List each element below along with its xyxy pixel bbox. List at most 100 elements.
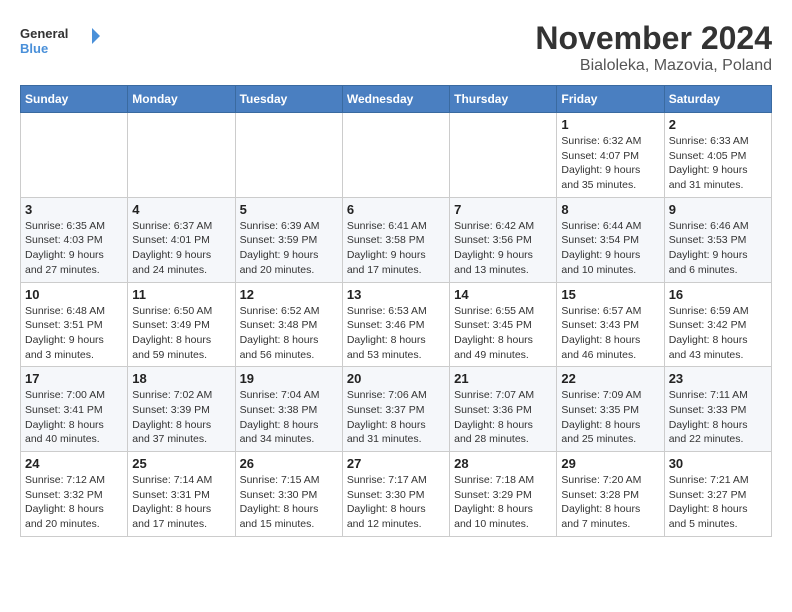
day-cell: 9 Sunrise: 6:46 AM Sunset: 3:53 PM Daylig… <box>664 197 771 282</box>
day-info: Sunrise: 6:57 AM Sunset: 3:43 PM Dayligh… <box>561 304 659 363</box>
logo: General Blue <box>20 20 100 65</box>
day-info: Sunrise: 7:20 AM Sunset: 3:28 PM Dayligh… <box>561 473 659 532</box>
day-number: 10 <box>25 287 123 302</box>
day-info: Sunrise: 6:53 AM Sunset: 3:46 PM Dayligh… <box>347 304 445 363</box>
day-info: Sunrise: 6:33 AM Sunset: 4:05 PM Dayligh… <box>669 134 767 193</box>
day-info: Sunrise: 7:17 AM Sunset: 3:30 PM Dayligh… <box>347 473 445 532</box>
week-row-2: 3Sunrise: 6:35 AM Sunset: 4:03 PM Daylig… <box>21 197 772 282</box>
day-number: 20 <box>347 371 445 386</box>
day-info: Sunrise: 6:42 AM Sunset: 3:56 PM Dayligh… <box>454 219 552 278</box>
weekday-friday: Friday <box>557 86 664 113</box>
day-cell <box>342 113 449 198</box>
month-title: November 2024 <box>535 20 772 57</box>
day-info: Sunrise: 6:52 AM Sunset: 3:48 PM Dayligh… <box>240 304 338 363</box>
day-cell: 4 Sunrise: 6:37 AM Sunset: 4:01 PM Daylig… <box>128 197 235 282</box>
day-number: 16 <box>669 287 767 302</box>
day-number: 2 <box>669 117 767 132</box>
day-cell <box>128 113 235 198</box>
day-number: 14 <box>454 287 552 302</box>
day-info: Sunrise: 7:04 AM Sunset: 3:38 PM Dayligh… <box>240 388 338 447</box>
day-info: Sunrise: 6:48 AM Sunset: 3:51 PM Dayligh… <box>25 304 123 363</box>
location: Bialoleka, Mazovia, Poland <box>535 57 772 75</box>
day-cell: 10 Sunrise: 6:48 AM Sunset: 3:51 PM Dayli… <box>21 282 128 367</box>
day-cell: 11 Sunrise: 6:50 AM Sunset: 3:49 PM Dayli… <box>128 282 235 367</box>
weekday-monday: Monday <box>128 86 235 113</box>
day-cell: 17 Sunrise: 7:00 AM Sunset: 3:41 PM Dayli… <box>21 367 128 452</box>
day-number: 1 <box>561 117 659 132</box>
day-info: Sunrise: 7:12 AM Sunset: 3:32 PM Dayligh… <box>25 473 123 532</box>
svg-text:Blue: Blue <box>20 41 48 56</box>
day-number: 29 <box>561 456 659 471</box>
day-cell: 16 Sunrise: 6:59 AM Sunset: 3:42 PM Dayli… <box>664 282 771 367</box>
page-header: General Blue November 2024 Bialoleka, Ma… <box>20 20 772 75</box>
day-cell: 22 Sunrise: 7:09 AM Sunset: 3:35 PM Dayli… <box>557 367 664 452</box>
day-cell: 23 Sunrise: 7:11 AM Sunset: 3:33 PM Dayli… <box>664 367 771 452</box>
day-number: 15 <box>561 287 659 302</box>
weekday-tuesday: Tuesday <box>235 86 342 113</box>
day-info: Sunrise: 6:46 AM Sunset: 3:53 PM Dayligh… <box>669 219 767 278</box>
day-number: 28 <box>454 456 552 471</box>
day-cell: 20 Sunrise: 7:06 AM Sunset: 3:37 PM Dayli… <box>342 367 449 452</box>
day-cell: 3Sunrise: 6:35 AM Sunset: 4:03 PM Daylig… <box>21 197 128 282</box>
day-number: 17 <box>25 371 123 386</box>
day-cell: 2 Sunrise: 6:33 AM Sunset: 4:05 PM Daylig… <box>664 113 771 198</box>
day-cell: 25Sunrise: 7:14 AM Sunset: 3:31 PM Dayli… <box>128 452 235 537</box>
day-cell: 26 Sunrise: 7:15 AM Sunset: 3:30 PM Dayli… <box>235 452 342 537</box>
day-number: 7 <box>454 202 552 217</box>
day-cell: 8 Sunrise: 6:44 AM Sunset: 3:54 PM Daylig… <box>557 197 664 282</box>
day-number: 8 <box>561 202 659 217</box>
day-info: Sunrise: 7:09 AM Sunset: 3:35 PM Dayligh… <box>561 388 659 447</box>
day-cell: 21Sunrise: 7:07 AM Sunset: 3:36 PM Dayli… <box>450 367 557 452</box>
day-number: 18 <box>132 371 230 386</box>
day-cell: 18 Sunrise: 7:02 AM Sunset: 3:39 PM Dayli… <box>128 367 235 452</box>
week-row-1: 1 Sunrise: 6:32 AM Sunset: 4:07 PM Daylig… <box>21 113 772 198</box>
day-info: Sunrise: 6:32 AM Sunset: 4:07 PM Dayligh… <box>561 134 659 193</box>
day-info: Sunrise: 6:50 AM Sunset: 3:49 PM Dayligh… <box>132 304 230 363</box>
day-cell <box>450 113 557 198</box>
day-number: 11 <box>132 287 230 302</box>
day-cell: 27Sunrise: 7:17 AM Sunset: 3:30 PM Dayli… <box>342 452 449 537</box>
day-info: Sunrise: 6:59 AM Sunset: 3:42 PM Dayligh… <box>669 304 767 363</box>
day-number: 30 <box>669 456 767 471</box>
day-cell: 7 Sunrise: 6:42 AM Sunset: 3:56 PM Daylig… <box>450 197 557 282</box>
day-cell: 19Sunrise: 7:04 AM Sunset: 3:38 PM Dayli… <box>235 367 342 452</box>
day-info: Sunrise: 7:15 AM Sunset: 3:30 PM Dayligh… <box>240 473 338 532</box>
weekday-thursday: Thursday <box>450 86 557 113</box>
day-cell: 15 Sunrise: 6:57 AM Sunset: 3:43 PM Dayli… <box>557 282 664 367</box>
weekday-sunday: Sunday <box>21 86 128 113</box>
day-number: 25 <box>132 456 230 471</box>
day-cell: 30Sunrise: 7:21 AM Sunset: 3:27 PM Dayli… <box>664 452 771 537</box>
weekday-header-row: SundayMondayTuesdayWednesdayThursdayFrid… <box>21 86 772 113</box>
day-number: 4 <box>132 202 230 217</box>
day-number: 9 <box>669 202 767 217</box>
day-cell: 13 Sunrise: 6:53 AM Sunset: 3:46 PM Dayli… <box>342 282 449 367</box>
day-info: Sunrise: 7:00 AM Sunset: 3:41 PM Dayligh… <box>25 388 123 447</box>
day-info: Sunrise: 7:18 AM Sunset: 3:29 PM Dayligh… <box>454 473 552 532</box>
day-number: 5 <box>240 202 338 217</box>
day-cell: 24 Sunrise: 7:12 AM Sunset: 3:32 PM Dayli… <box>21 452 128 537</box>
day-info: Sunrise: 6:55 AM Sunset: 3:45 PM Dayligh… <box>454 304 552 363</box>
day-info: Sunrise: 6:41 AM Sunset: 3:58 PM Dayligh… <box>347 219 445 278</box>
day-cell: 5Sunrise: 6:39 AM Sunset: 3:59 PM Daylig… <box>235 197 342 282</box>
week-row-4: 17 Sunrise: 7:00 AM Sunset: 3:41 PM Dayli… <box>21 367 772 452</box>
day-info: Sunrise: 7:02 AM Sunset: 3:39 PM Dayligh… <box>132 388 230 447</box>
day-number: 23 <box>669 371 767 386</box>
day-number: 22 <box>561 371 659 386</box>
day-number: 26 <box>240 456 338 471</box>
day-info: Sunrise: 6:37 AM Sunset: 4:01 PM Dayligh… <box>132 219 230 278</box>
week-row-5: 24 Sunrise: 7:12 AM Sunset: 3:32 PM Dayli… <box>21 452 772 537</box>
title-block: November 2024 Bialoleka, Mazovia, Poland <box>535 20 772 75</box>
day-cell <box>21 113 128 198</box>
day-cell: 6Sunrise: 6:41 AM Sunset: 3:58 PM Daylig… <box>342 197 449 282</box>
day-number: 3 <box>25 202 123 217</box>
week-row-3: 10 Sunrise: 6:48 AM Sunset: 3:51 PM Dayli… <box>21 282 772 367</box>
calendar: SundayMondayTuesdayWednesdayThursdayFrid… <box>20 85 772 537</box>
day-number: 12 <box>240 287 338 302</box>
day-cell: 29 Sunrise: 7:20 AM Sunset: 3:28 PM Dayli… <box>557 452 664 537</box>
day-number: 13 <box>347 287 445 302</box>
weekday-wednesday: Wednesday <box>342 86 449 113</box>
day-info: Sunrise: 6:44 AM Sunset: 3:54 PM Dayligh… <box>561 219 659 278</box>
day-info: Sunrise: 7:11 AM Sunset: 3:33 PM Dayligh… <box>669 388 767 447</box>
day-info: Sunrise: 7:06 AM Sunset: 3:37 PM Dayligh… <box>347 388 445 447</box>
day-number: 24 <box>25 456 123 471</box>
